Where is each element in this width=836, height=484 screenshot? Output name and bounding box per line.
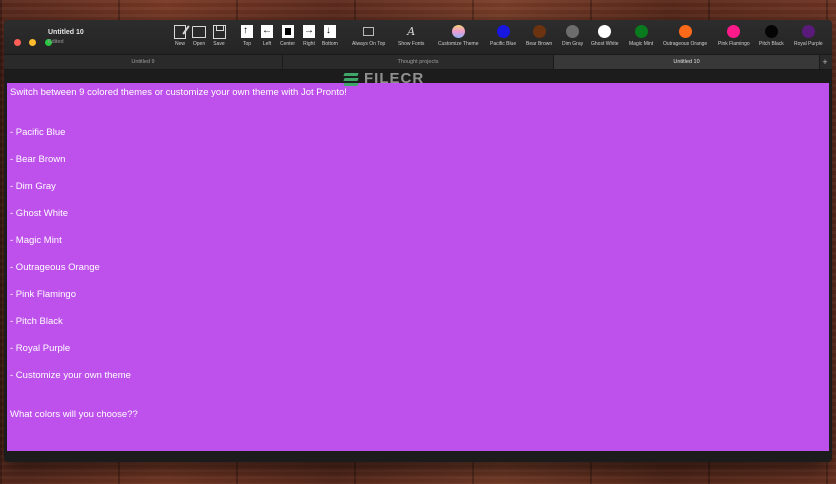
theme-label: Pacific Blue — [490, 41, 517, 47]
save-label: Save — [213, 41, 225, 47]
editor-line: - Outrageous Orange — [10, 262, 100, 273]
fonts-button[interactable]: A Show Fonts — [398, 24, 424, 47]
theme-pink-flamingo-button[interactable]: Pink Flamingo — [718, 24, 750, 47]
theme-label: Royal Purple — [794, 41, 823, 47]
position-center-icon — [281, 25, 294, 38]
theme-magic-mint-button[interactable]: Magic Mint — [629, 24, 653, 47]
customize-theme-label: Customize Theme — [438, 41, 479, 47]
editor-line: - Dim Gray — [10, 181, 56, 192]
editor-line: - Pink Flamingo — [10, 289, 76, 300]
editor-line: - Customize your own theme — [10, 370, 131, 381]
royal-purple-swatch-icon — [801, 25, 815, 38]
position-left-button[interactable]: Left — [260, 24, 274, 47]
close-window-button[interactable] — [14, 39, 21, 46]
tab-untitled-10[interactable]: Untitled 10 — [554, 55, 820, 69]
document-status: Edited — [48, 39, 64, 45]
theme-label: Magic Mint — [629, 41, 654, 47]
editor-line: Switch between 9 colored themes or custo… — [10, 87, 347, 98]
pitch-black-swatch-icon — [764, 25, 778, 38]
right-label: Right — [303, 41, 315, 47]
theme-label: Ghost White — [591, 41, 619, 47]
tab-bar: Untitled 9 Thought projects Untitled 10 … — [4, 54, 832, 70]
save-icon — [212, 24, 226, 39]
bear-brown-swatch-icon — [532, 25, 546, 38]
editor-line: - Ghost White — [10, 208, 69, 219]
always-on-top-label: Always On Top — [352, 41, 386, 47]
pink-flamingo-swatch-icon — [727, 25, 741, 38]
position-center-button[interactable]: Center — [280, 24, 295, 47]
center-label: Center — [280, 41, 296, 47]
document-title: Untitled 10 — [48, 29, 84, 36]
always-on-top-button[interactable]: Always On Top — [352, 24, 385, 47]
editor-line: - Pacific Blue — [10, 127, 66, 138]
new-label: New — [174, 41, 185, 47]
position-right-icon — [303, 25, 315, 38]
ghost-white-swatch-icon — [598, 25, 612, 38]
new-document-icon — [174, 24, 186, 39]
font-icon: A — [407, 25, 416, 38]
monitor-icon — [363, 27, 375, 36]
bottom-label: Bottom — [322, 41, 338, 47]
minimize-window-button[interactable] — [29, 39, 37, 46]
theme-label: Pink Flamingo — [718, 41, 750, 47]
position-top-icon — [241, 25, 253, 38]
theme-outrageous-orange-button[interactable]: Outrageous Orange — [663, 24, 707, 47]
dim-gray-swatch-icon — [566, 25, 580, 38]
magic-mint-swatch-icon — [634, 25, 648, 38]
outrageous-orange-swatch-icon — [678, 25, 692, 38]
theme-pitch-black-button[interactable]: Pitch Black — [759, 24, 784, 47]
theme-pacific-blue-button[interactable]: Pacific Blue — [490, 24, 516, 47]
save-button[interactable]: Save — [212, 24, 226, 47]
customize-theme-button[interactable]: Customize Theme — [438, 24, 478, 47]
position-bottom-icon — [323, 25, 336, 38]
theme-bear-brown-button[interactable]: Bear Brown — [526, 24, 552, 47]
left-label: Left — [262, 41, 272, 47]
editor-line: - Royal Purple — [10, 343, 71, 354]
theme-ghost-white-button[interactable]: Ghost White — [591, 24, 619, 47]
tab-untitled-9[interactable]: Untitled 9 — [4, 55, 283, 69]
theme-label: Outrageous Orange — [663, 41, 708, 47]
fonts-label: Show Fonts — [398, 41, 425, 47]
theme-label: Bear Brown — [526, 41, 553, 47]
pacific-blue-swatch-icon — [496, 25, 510, 38]
open-button[interactable]: Open — [192, 24, 206, 47]
new-button[interactable]: New — [173, 24, 187, 47]
top-label: Top — [242, 41, 252, 47]
editor-line: - Pitch Black — [10, 316, 63, 327]
tab-thought-projects[interactable]: Thought projects — [283, 55, 554, 69]
editor-line: - Magic Mint — [10, 235, 62, 246]
title-bar: Untitled 10 Edited New Open Save Top Lef… — [4, 20, 832, 54]
position-bottom-button[interactable]: Bottom — [322, 24, 338, 47]
editor-line: - Bear Brown — [10, 154, 66, 165]
folder-icon — [192, 25, 206, 38]
editor-line: What colors will you choose?? — [10, 409, 138, 420]
theme-label: Pitch Black — [759, 41, 784, 47]
add-tab-icon[interactable]: + — [820, 55, 830, 69]
position-right-button[interactable]: Right — [302, 24, 316, 47]
position-left-icon — [261, 25, 273, 38]
position-top-button[interactable]: Top — [240, 24, 254, 47]
theme-dim-gray-button[interactable]: Dim Gray — [562, 24, 583, 47]
customize-theme-icon — [451, 25, 465, 38]
theme-label: Dim Gray — [562, 41, 584, 47]
app-window: Untitled 10 Edited New Open Save Top Lef… — [4, 20, 832, 462]
open-label: Open — [192, 41, 206, 47]
text-editor[interactable]: Switch between 9 colored themes or custo… — [7, 83, 829, 451]
theme-royal-purple-button[interactable]: Royal Purple — [794, 24, 823, 47]
